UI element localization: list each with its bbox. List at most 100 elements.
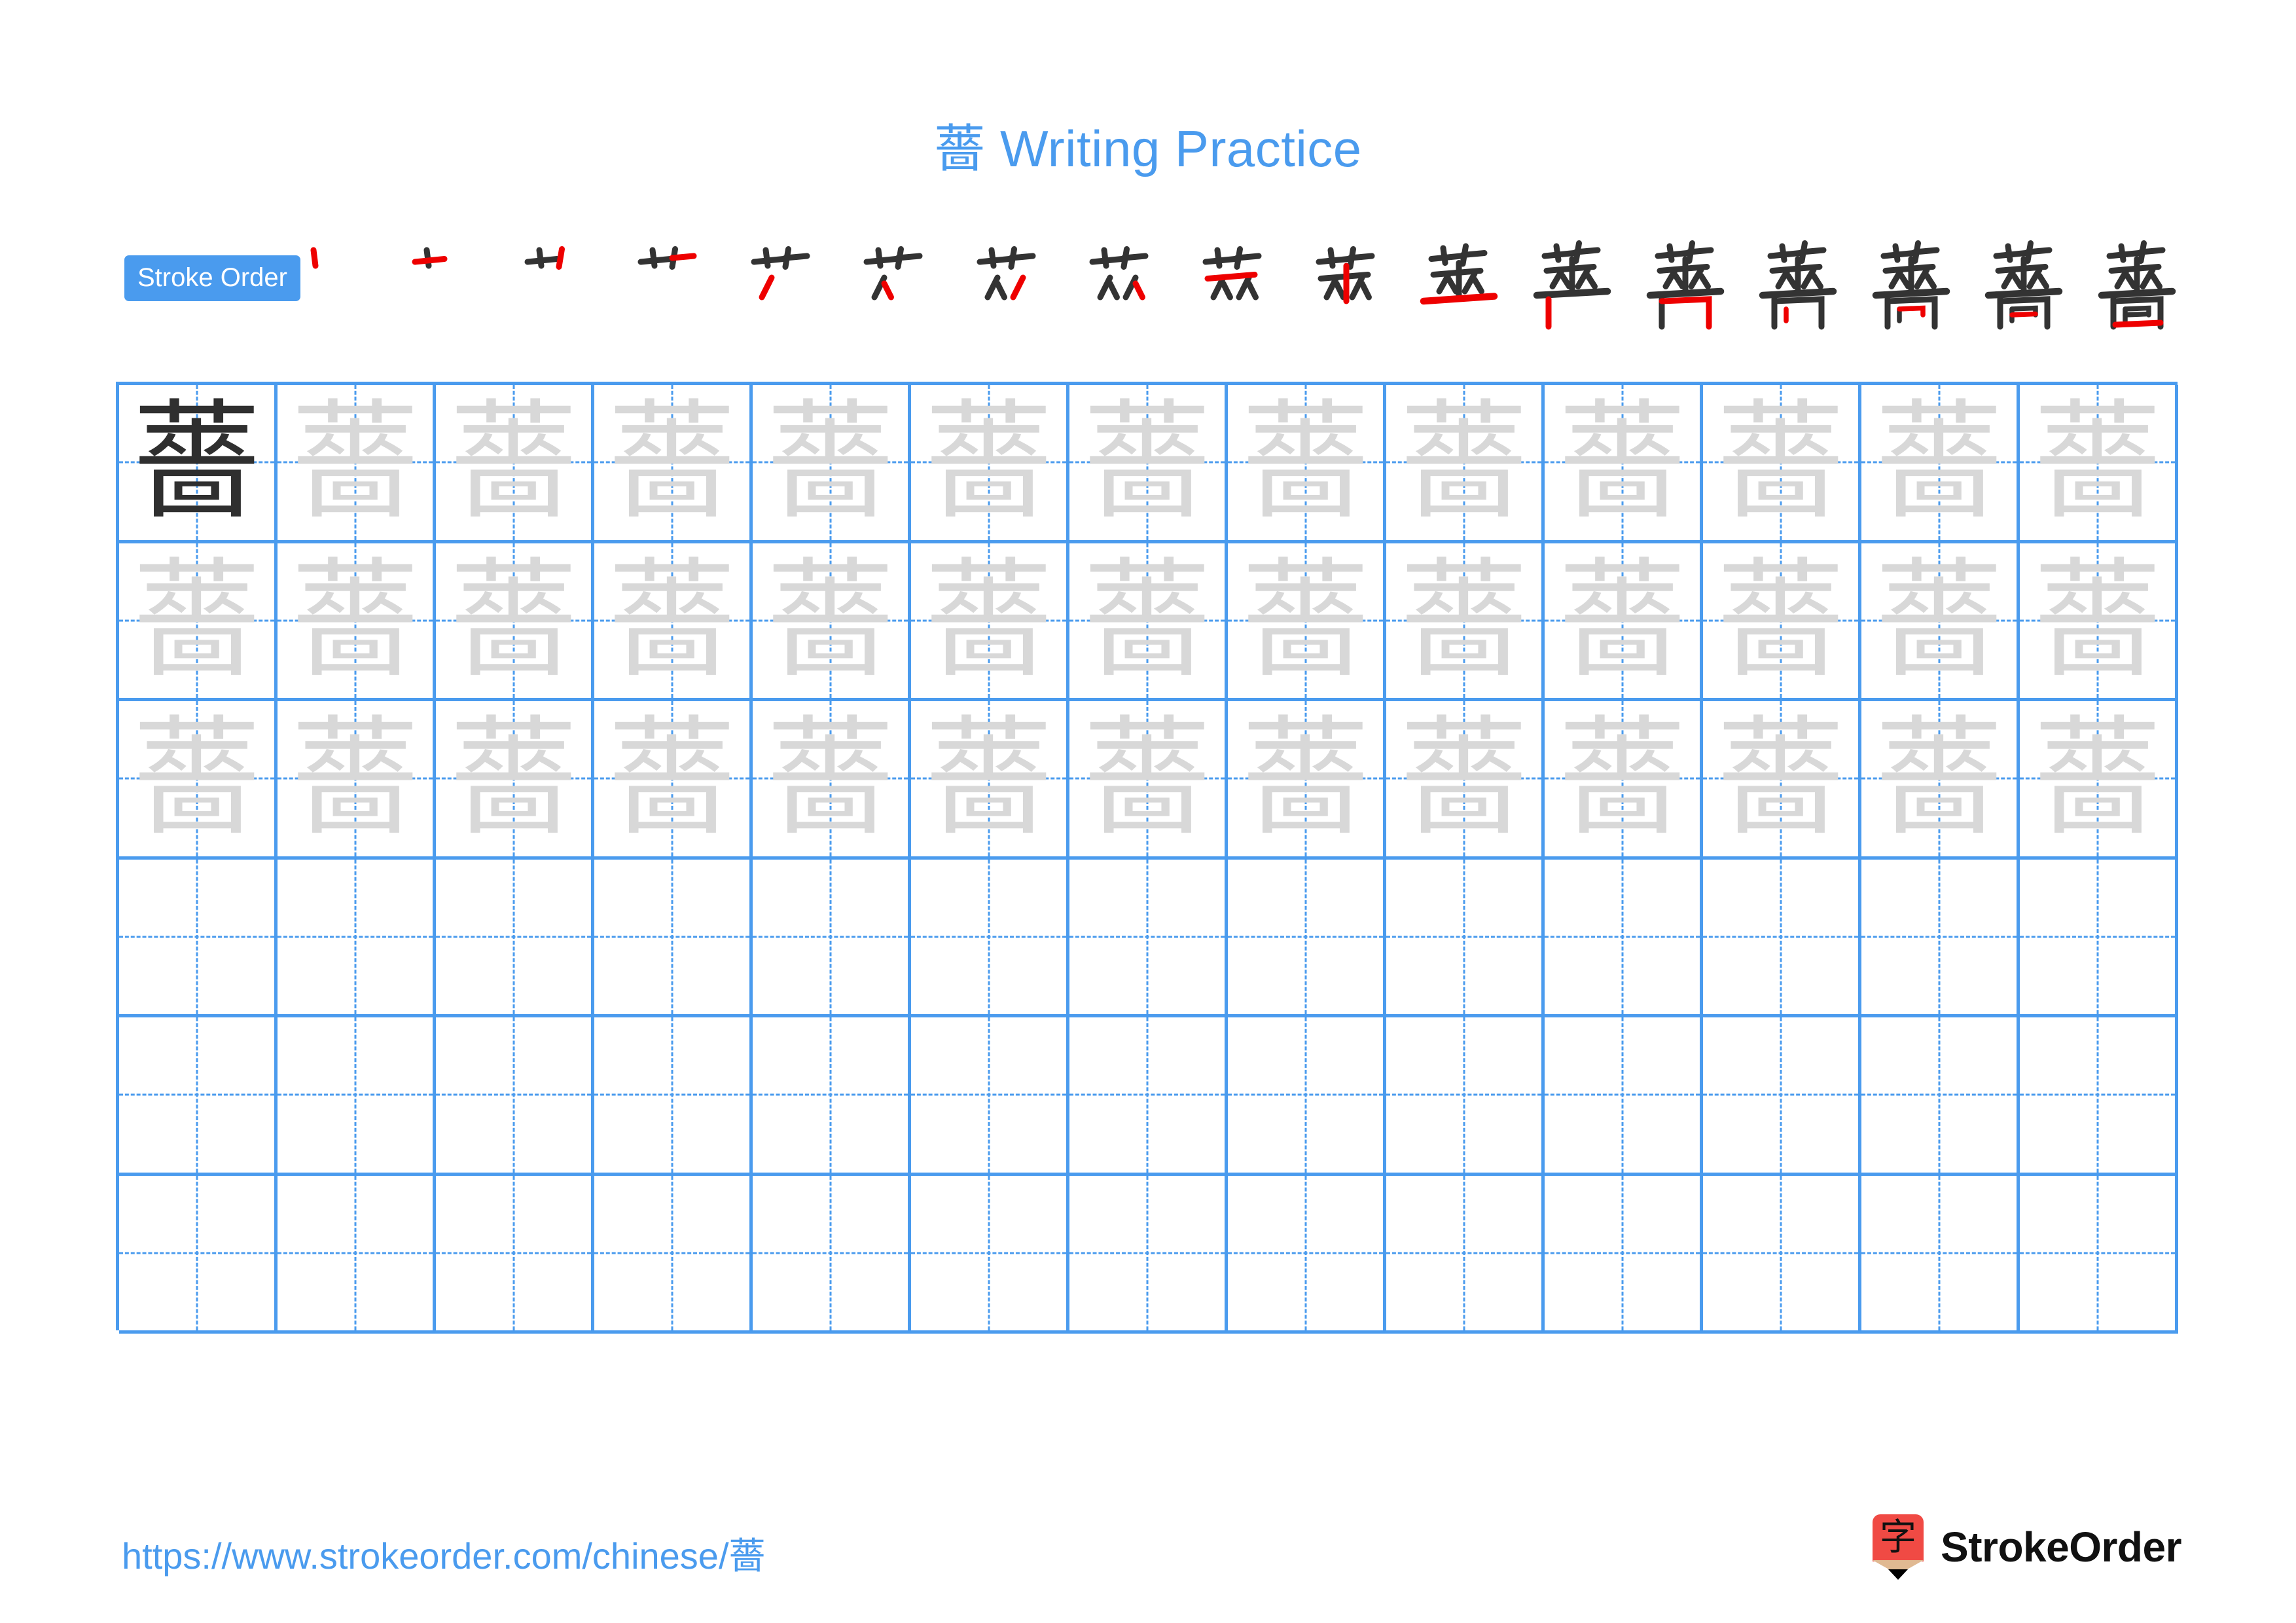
practice-cell[interactable] [278, 1175, 436, 1334]
brand-logo[interactable]: 字 StrokeOrder [1873, 1511, 2181, 1583]
horizontal-guide-line [436, 936, 591, 938]
practice-cell[interactable]: 薔 [1861, 701, 2020, 860]
practice-cell[interactable] [436, 859, 594, 1017]
horizontal-guide-line [1386, 1093, 1541, 1096]
practice-cell[interactable] [119, 1017, 278, 1176]
practice-cell[interactable] [1228, 859, 1386, 1017]
stroke-step-13 [1636, 234, 1734, 333]
practice-cell[interactable] [1861, 1175, 2020, 1334]
practice-cell[interactable]: 薔 [1228, 701, 1386, 860]
practice-cell[interactable] [436, 1017, 594, 1176]
practice-cell[interactable]: 薔 [1386, 385, 1545, 543]
practice-cell[interactable]: 薔 [753, 543, 911, 701]
practice-cell[interactable]: 薔 [594, 543, 753, 701]
practice-cell[interactable]: 薔 [436, 543, 594, 701]
practice-cell[interactable]: 薔 [594, 701, 753, 860]
practice-cell[interactable]: 薔 [436, 385, 594, 543]
practice-cell[interactable] [1703, 859, 1861, 1017]
practice-cell[interactable] [1386, 859, 1545, 1017]
practice-character: 薔 [449, 388, 578, 538]
horizontal-guide-line [594, 936, 749, 938]
practice-cell[interactable]: 薔 [1069, 543, 1228, 701]
practice-cell[interactable] [911, 1175, 1069, 1334]
practice-cell[interactable]: 薔 [2020, 385, 2178, 543]
practice-cell[interactable] [1545, 859, 1703, 1017]
practice-cell[interactable] [1703, 1175, 1861, 1334]
practice-cell[interactable]: 薔 [1228, 543, 1386, 701]
practice-cell[interactable]: 薔 [119, 701, 278, 860]
practice-cell[interactable]: 薔 [2020, 543, 2178, 701]
horizontal-guide-line [753, 1252, 908, 1254]
practice-cell[interactable]: 薔 [911, 701, 1069, 860]
practice-cell[interactable] [911, 1017, 1069, 1176]
practice-cell[interactable]: 薔 [1386, 543, 1545, 701]
footer-url[interactable]: https://www.strokeorder.com/chinese/薔 [122, 1527, 766, 1580]
practice-cell[interactable]: 薔 [1386, 701, 1545, 860]
practice-cell[interactable] [753, 859, 911, 1017]
practice-cell[interactable]: 薔 [911, 543, 1069, 701]
practice-cell[interactable] [2020, 1017, 2178, 1176]
practice-cell[interactable] [1545, 1175, 1703, 1334]
practice-cell[interactable]: 薔 [2020, 701, 2178, 860]
horizontal-guide-line [436, 1252, 591, 1254]
practice-cell[interactable] [2020, 1175, 2178, 1334]
practice-character: 薔 [1083, 704, 1211, 854]
practice-cell[interactable]: 薔 [1861, 385, 2020, 543]
practice-cell[interactable]: 薔 [278, 701, 436, 860]
practice-cell[interactable] [594, 1017, 753, 1176]
practice-cell[interactable]: 薔 [1069, 701, 1228, 860]
practice-cell[interactable] [1545, 1017, 1703, 1176]
practice-cell[interactable] [594, 859, 753, 1017]
pencil-tip [1888, 1569, 1909, 1580]
stroke-step-15 [1862, 234, 1960, 333]
practice-cell[interactable]: 薔 [1861, 543, 2020, 701]
page-title-text: Writing Practice [985, 120, 1362, 177]
footer-url-character: 薔 [728, 1535, 766, 1578]
practice-cell[interactable] [119, 1175, 278, 1334]
practice-cell[interactable] [436, 1175, 594, 1334]
horizontal-guide-line [1703, 936, 1858, 938]
practice-cell[interactable]: 薔 [1703, 385, 1861, 543]
practice-cell[interactable] [594, 1175, 753, 1334]
practice-cell[interactable] [278, 1017, 436, 1176]
practice-character: 薔 [924, 704, 1053, 854]
title-bar: 薔 Writing Practice [0, 108, 2296, 181]
horizontal-guide-line [119, 936, 274, 938]
practice-cell[interactable]: 薔 [278, 543, 436, 701]
model-character-cell[interactable]: 薔 [119, 385, 278, 543]
practice-cell[interactable]: 薔 [1545, 385, 1703, 543]
practice-cell[interactable]: 薔 [278, 385, 436, 543]
practice-cell[interactable] [753, 1175, 911, 1334]
practice-cell[interactable] [1386, 1017, 1545, 1176]
practice-cell[interactable]: 薔 [119, 543, 278, 701]
practice-cell[interactable] [1228, 1175, 1386, 1334]
practice-cell[interactable]: 薔 [436, 701, 594, 860]
practice-cell[interactable]: 薔 [1069, 385, 1228, 543]
practice-character: 薔 [2033, 388, 2162, 538]
practice-cell[interactable] [119, 859, 278, 1017]
practice-cell[interactable] [2020, 859, 2178, 1017]
practice-cell[interactable]: 薔 [1545, 701, 1703, 860]
practice-cell[interactable] [1069, 1175, 1228, 1334]
practice-cell[interactable] [753, 1017, 911, 1176]
practice-cell[interactable] [1861, 859, 2020, 1017]
practice-cell[interactable]: 薔 [753, 385, 911, 543]
practice-cell[interactable] [911, 859, 1069, 1017]
practice-cell[interactable] [1861, 1017, 2020, 1176]
horizontal-guide-line [1228, 936, 1383, 938]
practice-cell[interactable]: 薔 [1703, 543, 1861, 701]
practice-cell[interactable]: 薔 [1703, 701, 1861, 860]
practice-cell[interactable] [1069, 859, 1228, 1017]
practice-cell[interactable]: 薔 [1545, 543, 1703, 701]
practice-cell[interactable] [1703, 1017, 1861, 1176]
practice-cell[interactable]: 薔 [753, 701, 911, 860]
practice-cell[interactable] [1228, 1017, 1386, 1176]
practice-cell[interactable]: 薔 [911, 385, 1069, 543]
practice-cell[interactable]: 薔 [1228, 385, 1386, 543]
practice-cell[interactable] [1069, 1017, 1228, 1176]
practice-character: 薔 [291, 388, 420, 538]
stroke-step-10 [1297, 234, 1395, 333]
practice-cell[interactable]: 薔 [594, 385, 753, 543]
practice-cell[interactable] [1386, 1175, 1545, 1334]
practice-cell[interactable] [278, 859, 436, 1017]
